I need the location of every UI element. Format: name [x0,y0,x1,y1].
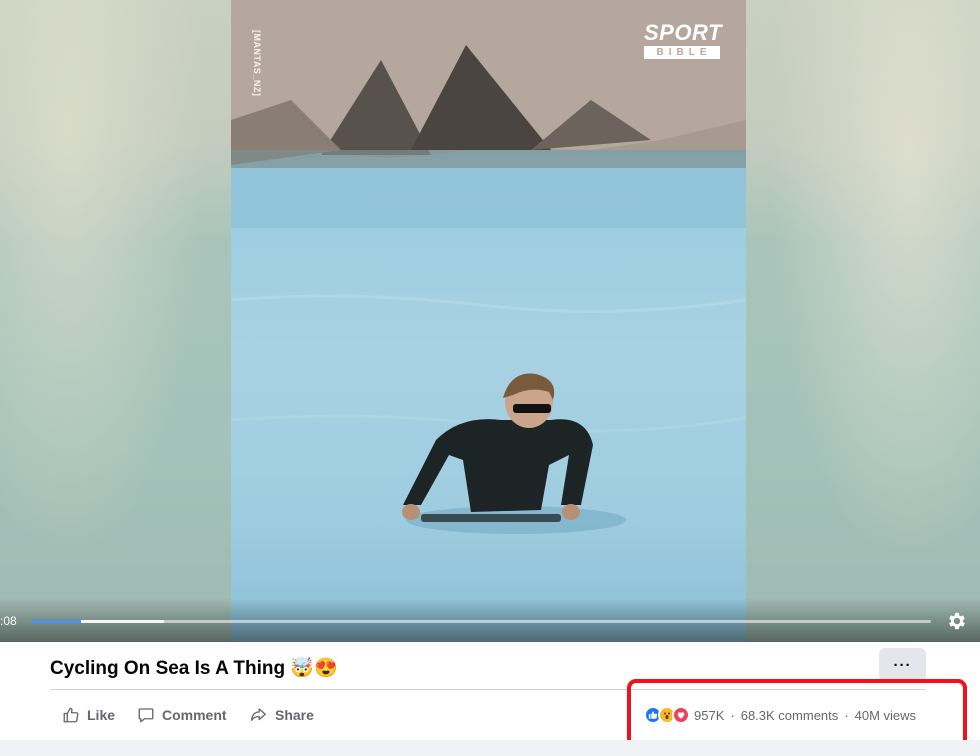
comment-icon [137,706,155,724]
logo-word-sport: SPORT [644,20,722,45]
share-icon [249,706,268,724]
like-label: Like [87,707,116,723]
page-background-strip [0,740,980,756]
share-button[interactable]: Share [249,704,314,726]
playback-time: :08 [0,614,17,628]
blurred-left-glow [0,0,230,642]
video-title: Cycling On Sea Is A Thing 🤯😍 [50,658,338,679]
progress-played [31,620,82,623]
blurred-right-glow [746,0,980,642]
comment-button[interactable]: Comment [137,704,227,726]
video-frame[interactable] [231,0,746,642]
stats-highlight-annotation [627,679,967,748]
like-icon [62,706,80,724]
progress-bar[interactable] [31,620,931,623]
share-label: Share [275,707,314,723]
sportbible-logo: SPORT BIBLE [644,20,722,59]
logo-word-bible: BIBLE [644,46,720,59]
more-options-button[interactable]: ··· [879,648,926,682]
creator-watermark: [MANTAS_NZ] [252,30,262,97]
settings-gear-icon[interactable] [946,610,968,632]
like-button[interactable]: Like [62,704,115,726]
comment-label: Comment [162,707,227,723]
video-scene [231,0,746,534]
video-player[interactable]: [MANTAS_NZ] SPORT BIBLE :08 [0,0,980,642]
